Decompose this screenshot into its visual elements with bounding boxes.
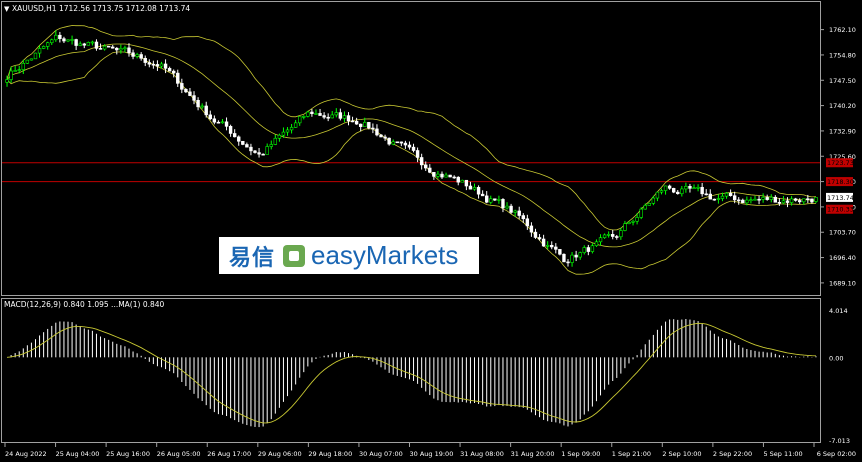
price-tick-label: 1740.20: [829, 102, 856, 110]
time-tick-label: 30 Aug 19:00: [410, 450, 454, 458]
candle: [33, 52, 38, 60]
time-tick-label: 25 Aug 04:00: [56, 450, 100, 458]
candle: [647, 202, 652, 206]
macd-header-label: MACD(12,26,9) 0.840 1.095 ...MA(1) 0.840: [4, 300, 165, 309]
candle: [562, 253, 566, 263]
watermark-chinese: 易信: [229, 245, 276, 271]
candle: [29, 58, 34, 61]
price-tick-label: 1762.10: [829, 26, 856, 34]
price-tick-label: 1696.40: [829, 254, 856, 262]
time-tick-label: 24 Aug 2022: [5, 450, 47, 458]
time-tick-label: 30 Aug 07:00: [359, 450, 403, 458]
chart-canvas[interactable]: 1762.101754.801747.501740.201732.901725.…: [0, 0, 862, 462]
price-tick-label: 1747.50: [829, 77, 856, 85]
candle: [106, 45, 111, 48]
svg-text:1710.33: 1710.33: [827, 206, 854, 214]
candle: [306, 110, 310, 118]
price-tag: 1710.33: [826, 204, 854, 214]
candle: [712, 198, 717, 201]
candle: [639, 207, 643, 220]
price-tag: 1718.30: [826, 177, 854, 187]
time-tick-label: 29 Aug 18:00: [308, 450, 352, 458]
time-tick-label: 1 Sep 09:00: [561, 450, 600, 458]
time-tick-label: 26 Aug 17:00: [207, 450, 251, 458]
price-tick-label: 1689.10: [829, 279, 856, 287]
candle: [448, 174, 452, 178]
price-tick-label: 1754.80: [829, 51, 856, 59]
candle: [241, 140, 245, 146]
candle: [558, 249, 562, 256]
svg-text:1718.30: 1718.30: [827, 178, 854, 186]
time-tick-label: 29 Aug 06:00: [258, 450, 302, 458]
price-tags: 1723.73 1718.30 1713.74 1710.33: [826, 158, 854, 214]
candle: [367, 121, 371, 130]
price-tag: 1723.73: [826, 158, 854, 168]
candle: [395, 141, 399, 144]
time-tick-label: 6 Sep 02:00: [817, 450, 856, 458]
price-tick-label: 1732.90: [829, 127, 856, 135]
time-tick-label: 2 Sep 10:00: [662, 450, 701, 458]
macd-tick-label: 0.00: [829, 354, 843, 362]
candle: [25, 59, 30, 64]
easymarkets-logo-icon: [283, 244, 306, 267]
svg-text:1723.73: 1723.73: [827, 159, 854, 167]
price-tag: 1713.74: [826, 192, 854, 202]
time-tick-label: 1 Sep 21:00: [612, 450, 651, 458]
symbol-menu-icon[interactable]: ▼: [4, 5, 10, 13]
time-tick-label: 2 Sep 22:00: [713, 450, 752, 458]
candle: [460, 179, 465, 183]
main-header-label: XAUUSD,H1 1712.56 1713.75 1712.08 1713.7…: [12, 4, 190, 13]
price-tick-label: 1703.70: [829, 229, 856, 237]
time-tick-label: 5 Sep 11:00: [763, 450, 802, 458]
easymarkets-watermark: 易信 easyMarkets: [219, 237, 479, 274]
candle: [671, 187, 676, 194]
time-tick-label: 31 Aug 20:00: [511, 450, 555, 458]
macd-tick-label: -7.013: [829, 437, 850, 445]
svg-text:1713.74: 1713.74: [827, 194, 854, 202]
time-tick-label: 31 Aug 08:00: [460, 450, 504, 458]
watermark-english: easyMarkets: [311, 240, 459, 270]
macd-tick-label: 4.014: [829, 307, 848, 315]
time-tick-label: 25 Aug 16:00: [106, 450, 150, 458]
candle: [86, 41, 91, 46]
time-tick-label: 26 Aug 05:00: [157, 450, 201, 458]
